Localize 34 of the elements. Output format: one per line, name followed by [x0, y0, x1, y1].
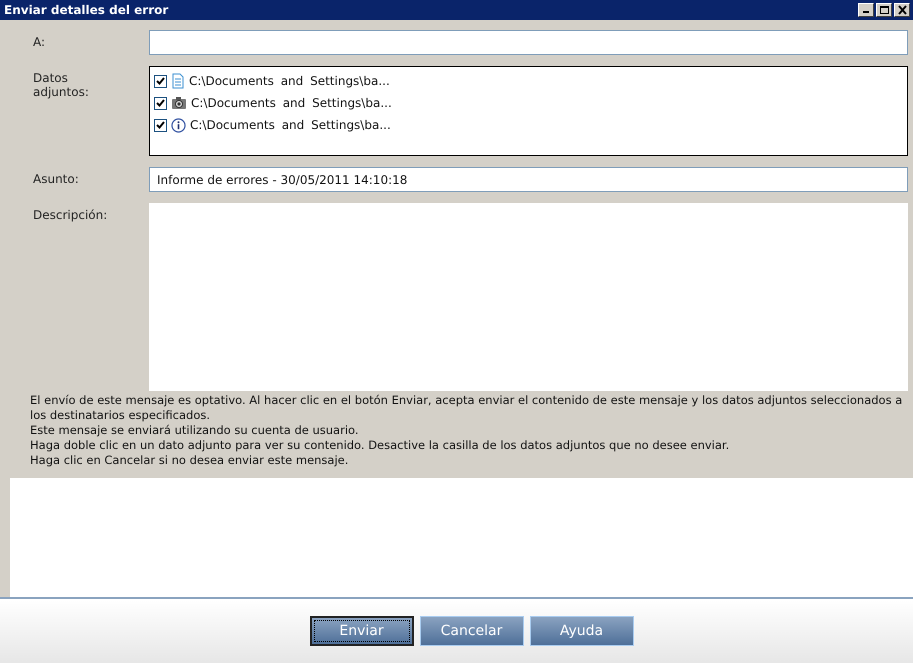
maximize-icon [878, 5, 890, 15]
field-label: Descripción: [33, 207, 108, 222]
document-icon [171, 73, 185, 89]
dialog-button[interactable]: Enviar [310, 616, 414, 646]
notice-text: El envío de este mensaje es optativo. Al hacer clic en el botón Enviar, acepta enviar el contenido de este mensaje y los datos adjuntos seleccionados a los destinatarios especificados. [30, 393, 904, 423]
info-icon [171, 118, 186, 132]
field-label: Datos adjuntos: [33, 70, 90, 99]
dialog-button[interactable]: Cancelar [420, 616, 524, 646]
recipient-field[interactable] [149, 30, 908, 55]
attachment-item[interactable]: C:\Documents and Settings\ba... [154, 92, 903, 114]
window-title: Enviar detalles del error [4, 3, 170, 17]
attachment-item[interactable]: C:\Documents and Settings\ba... [154, 70, 903, 92]
checkbox[interactable] [154, 96, 167, 110]
file-path: C:\Documents and Settings\ba... [189, 74, 390, 88]
file-path: C:\Documents and Settings\ba... [191, 96, 392, 110]
checkbox[interactable] [154, 74, 167, 88]
field-label: Asunto: [33, 171, 80, 186]
close-icon [896, 5, 908, 15]
camera-icon [171, 96, 187, 110]
notice-text: Haga clic en Cancelar si no desea enviar este mensaje. [30, 453, 350, 468]
attachment-item[interactable]: C:\Documents and Settings\ba... [154, 114, 903, 136]
subject-field[interactable]: Informe de errores - 30/05/2011 14:10:18 [149, 167, 908, 192]
minimize-button[interactable] [858, 3, 874, 17]
notice-text: Este mensaje se enviará utilizando su cuenta de usuario. [30, 423, 360, 438]
maximize-button[interactable] [876, 3, 892, 17]
dialog-button[interactable]: Ayuda [530, 616, 634, 646]
close-button[interactable] [894, 3, 910, 17]
file-path: C:\Documents and Settings\ba... [190, 118, 391, 132]
notice-text: Haga doble clic en un dato adjunto para ver su contenido. Desactive la casilla de los datos adjuntos que no desee enviar. [30, 438, 730, 453]
field-label: A: [33, 34, 46, 49]
minimize-icon [862, 11, 868, 13]
checkbox[interactable] [154, 118, 167, 132]
description-field[interactable] [149, 203, 908, 391]
attachment-list[interactable]: C:\Documents and Settings\ba... C:\Documents and Settings\ba... C:\Documents and Settings\ba... [149, 66, 908, 156]
